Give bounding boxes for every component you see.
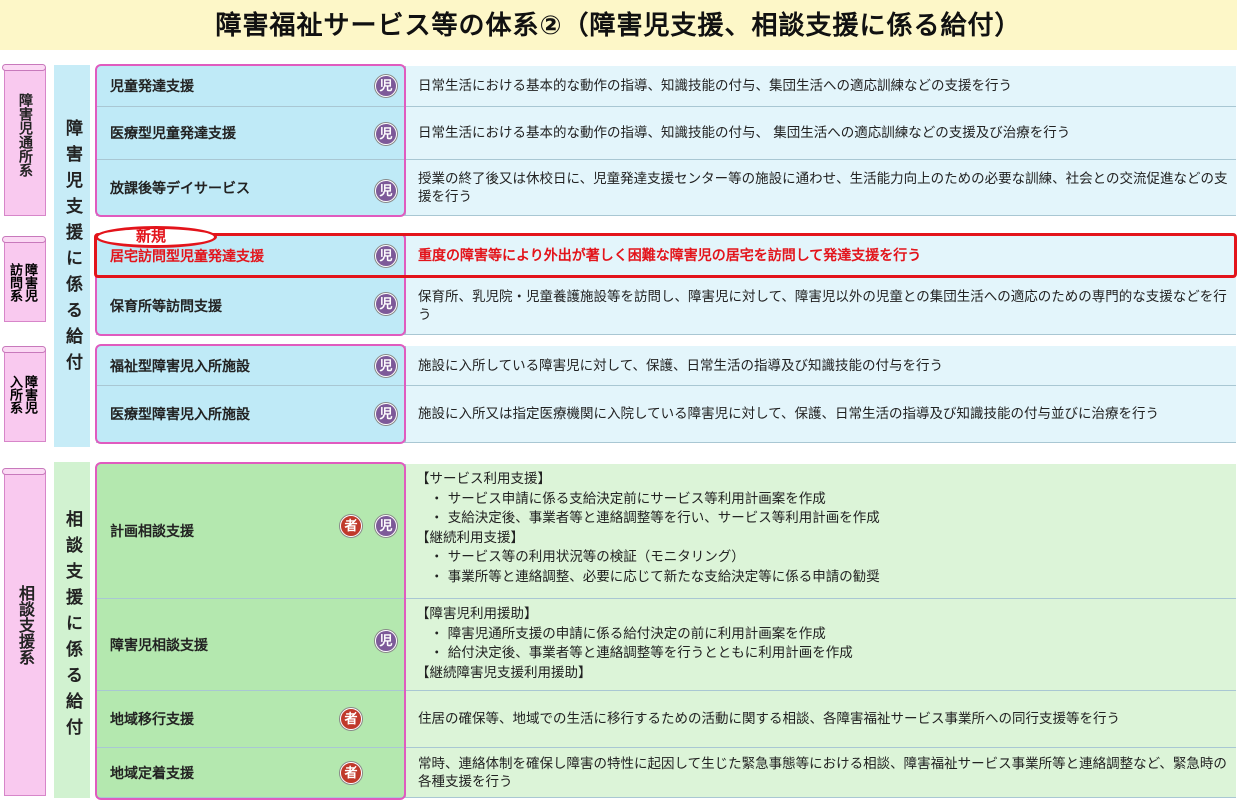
- service-desc: 日常生活における基本的な動作の指導、知識技能の付与、 集団生活への適応訓練などの…: [406, 107, 1236, 160]
- scroll-cap: [2, 236, 46, 243]
- group-frame: [95, 462, 406, 800]
- scroll-cap: [2, 346, 46, 353]
- category-soudan-label: 相談支援系: [16, 585, 35, 665]
- category-soudan: 相談支援系: [4, 472, 46, 796]
- category-nyusho: 障害児入所系: [4, 350, 46, 442]
- desc-line: ・ 障害児通所支援の申請に係る給付決定の前に利用計画案を作成: [430, 625, 826, 642]
- consult-desc: 【サービス利用支援】 ・ サービス申請に係る支給決定前にサービス等利用計画案を作…: [406, 464, 1236, 599]
- category-nyusho-label: 障害児入所系: [7, 375, 37, 414]
- child-support-group-label: 障害児支援に係る給付: [62, 119, 82, 379]
- service-desc: 施設に入所している障害児に対して、保護、日常生活の指導及び知識技能の付与を行う: [406, 346, 1236, 386]
- desc-line: 【継続利用支援】: [416, 529, 524, 546]
- page-title: 障害福祉サービス等の体系②（障害児支援、相談支援に係る給付）: [0, 0, 1237, 50]
- group-frame: [95, 64, 406, 217]
- desc-line: ・ サービス等の利用状況等の検証（モニタリング）: [430, 549, 745, 565]
- consult-desc: 常時、連絡体制を確保し障害の特性に起因して生じた緊急事態等における相談、障害福祉…: [406, 748, 1236, 798]
- desc-line: ・ 給付決定後、事業者等と連絡調整等を行うとともに利用計画を作成: [430, 645, 853, 661]
- new-label: 新規: [136, 227, 167, 245]
- desc-line: 【継続障害児支援利用援助】: [416, 664, 592, 681]
- consult-support-group-label: 相談支援に係る給付: [62, 510, 82, 744]
- desc-line: 【障害児利用援助】: [416, 606, 538, 622]
- service-desc: 日常生活における基本的な動作の指導、知識技能の付与、集団生活への適応訓練などの支…: [406, 66, 1236, 107]
- consult-support-group: 相談支援に係る給付: [54, 462, 90, 798]
- consult-desc: 住居の確保等、地域での生活に移行するための活動に関する相談、各障害福祉サービス事…: [406, 691, 1236, 748]
- service-desc: 授業の終了後又は休校日に、児童発達支援センター等の施設に通わせ、生活能力向上のた…: [406, 160, 1236, 216]
- group-frame: [95, 344, 406, 444]
- desc-line: ・ 事業所等と連絡調整、必要に応じて新たな支給決定等に係る申請の勧奨: [430, 568, 880, 585]
- scroll-cap: [2, 468, 46, 475]
- category-tsusho-label: 障害児通所系: [17, 93, 33, 177]
- category-homon-label: 障害児訪問系: [7, 263, 37, 302]
- service-desc: 施設に入所又は指定医療機関に入院している障害児に対して、保護、日常生活の指導及び…: [406, 386, 1236, 443]
- desc-line: 【サービス利用支援】: [416, 471, 551, 487]
- desc-line: ・ サービス申請に係る支給決定前にサービス等利用計画案を作成: [430, 490, 826, 507]
- consult-desc: 【障害児利用援助】 ・ 障害児通所支援の申請に係る給付決定の前に利用計画案を作成…: [406, 599, 1236, 691]
- child-support-group: 障害児支援に係る給付: [54, 65, 90, 447]
- scroll-cap: [2, 64, 46, 71]
- desc-line: ・ 支給決定後、事業者等と連絡調整等を行い、サービス等利用計画を作成: [430, 510, 880, 526]
- new-service-highlight: [94, 233, 1237, 278]
- category-tsusho: 障害児通所系: [4, 68, 46, 216]
- category-homon: 障害児訪問系: [4, 240, 46, 322]
- service-desc: 保育所、乳児院・児童養護施設等を訪問し、障害児に対して、障害児以外の児童との集団…: [406, 277, 1236, 335]
